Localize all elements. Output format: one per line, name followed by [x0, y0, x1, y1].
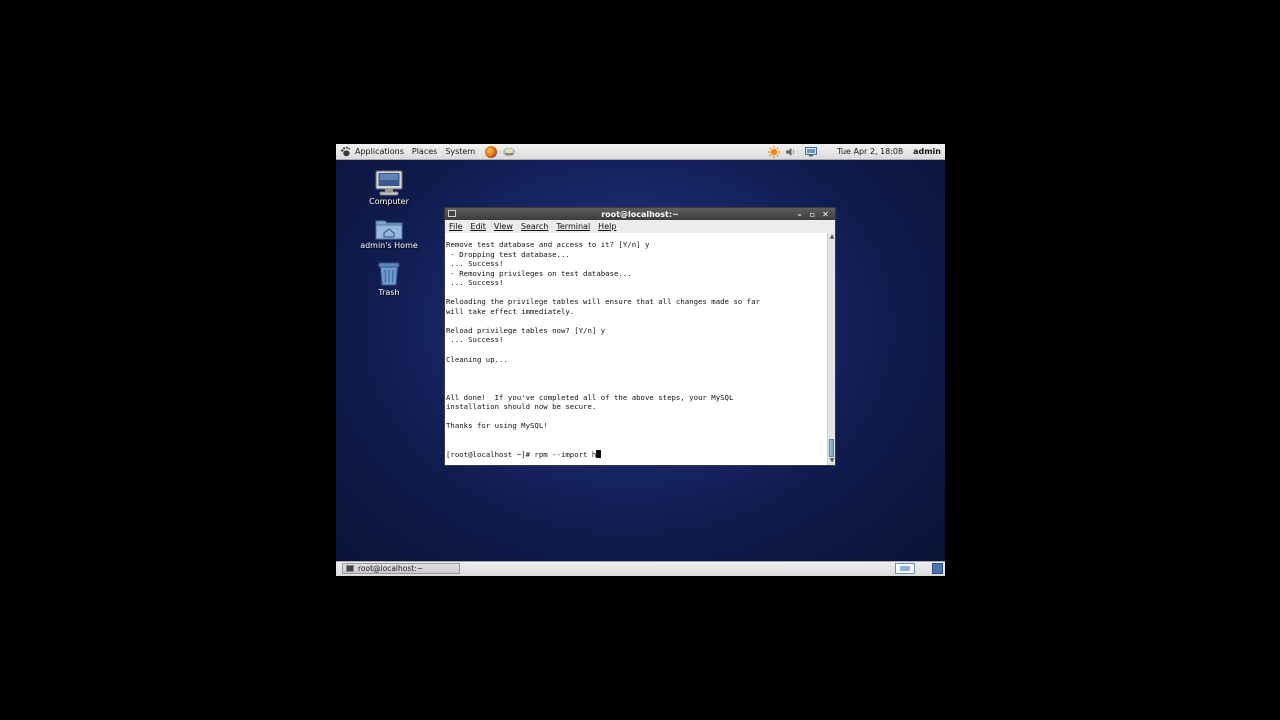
applications-menu[interactable]: Applications: [336, 144, 408, 159]
terminal-icon: [346, 565, 354, 572]
menu-search[interactable]: Search: [521, 222, 548, 231]
close-icon[interactable]: ✕: [819, 210, 832, 219]
scroll-down-icon[interactable]: ▼: [828, 457, 836, 465]
menu-view[interactable]: View: [494, 222, 513, 231]
bottom-panel: root@localhost:~: [336, 561, 945, 576]
desktop-icon-home[interactable]: admin's Home: [354, 218, 424, 250]
menu-help[interactable]: Help: [598, 222, 616, 231]
minimize-icon[interactable]: –: [793, 210, 806, 219]
applications-label: Applications: [355, 147, 404, 156]
system-menu[interactable]: System: [441, 144, 479, 159]
terminal-lines: Remove test database and access to it? […: [446, 240, 760, 431]
desktop-icon-label: Trash: [378, 288, 400, 297]
firefox-icon[interactable]: [485, 145, 498, 158]
maximize-icon[interactable]: ▫: [806, 210, 819, 219]
gnome-foot-icon: [341, 146, 351, 157]
desktop-icon-computer[interactable]: Computer: [354, 170, 424, 206]
terminal-icon[interactable]: [448, 210, 456, 217]
scroll-thumb[interactable]: [829, 439, 834, 457]
workspace-switcher[interactable]: [895, 563, 915, 574]
top-panel: Applications Places System Tue Apr 2, 18…: [336, 144, 945, 160]
show-desktop-icon[interactable]: [932, 563, 943, 574]
terminal-text: Remove test database and access to it? […: [445, 233, 827, 460]
panel-tray: Tue Apr 2, 18:08 admin: [768, 144, 945, 159]
desktop-icon-label: admin's Home: [360, 241, 418, 250]
email-client-icon[interactable]: [502, 146, 516, 157]
home-folder-icon: [375, 220, 403, 240]
desktop-icon-label: Computer: [369, 197, 409, 206]
window-titlebar[interactable]: root@localhost:~ – ▫ ✕: [445, 208, 835, 220]
user-menu[interactable]: admin: [913, 147, 941, 156]
terminal-output[interactable]: Remove test database and access to it? […: [445, 233, 827, 465]
desktop-icon-trash[interactable]: Trash: [354, 261, 424, 297]
update-notifier-icon[interactable]: [768, 145, 781, 158]
text-cursor: [596, 450, 602, 459]
terminal-menubar: File Edit View Search Terminal Help: [445, 220, 835, 233]
terminal-window[interactable]: root@localhost:~ – ▫ ✕ File Edit View Se…: [444, 207, 836, 466]
scroll-up-icon[interactable]: ▲: [828, 233, 836, 241]
computer-icon: [375, 170, 403, 196]
volume-icon[interactable]: [786, 147, 796, 157]
taskbar-terminal-button[interactable]: root@localhost:~: [342, 563, 460, 574]
terminal-prompt: [root@localhost ~]# rpm --import h: [446, 450, 597, 460]
desktop-screen: Applications Places System Tue Apr 2, 18…: [336, 144, 945, 576]
places-menu[interactable]: Places: [408, 144, 441, 159]
terminal-scrollbar[interactable]: ▲ ▼: [827, 233, 835, 465]
window-controls: – ▫ ✕: [793, 208, 832, 220]
taskbar-button-label: root@localhost:~: [358, 564, 424, 573]
clock[interactable]: Tue Apr 2, 18:08: [837, 147, 903, 156]
menu-file[interactable]: File: [449, 222, 462, 231]
window-title: root@localhost:~: [601, 209, 679, 219]
menu-terminal[interactable]: Terminal: [556, 222, 590, 231]
network-icon[interactable]: [805, 146, 818, 157]
system-label: System: [445, 147, 476, 156]
menu-edit[interactable]: Edit: [470, 222, 486, 231]
places-label: Places: [411, 147, 438, 156]
trash-icon: [378, 262, 400, 286]
